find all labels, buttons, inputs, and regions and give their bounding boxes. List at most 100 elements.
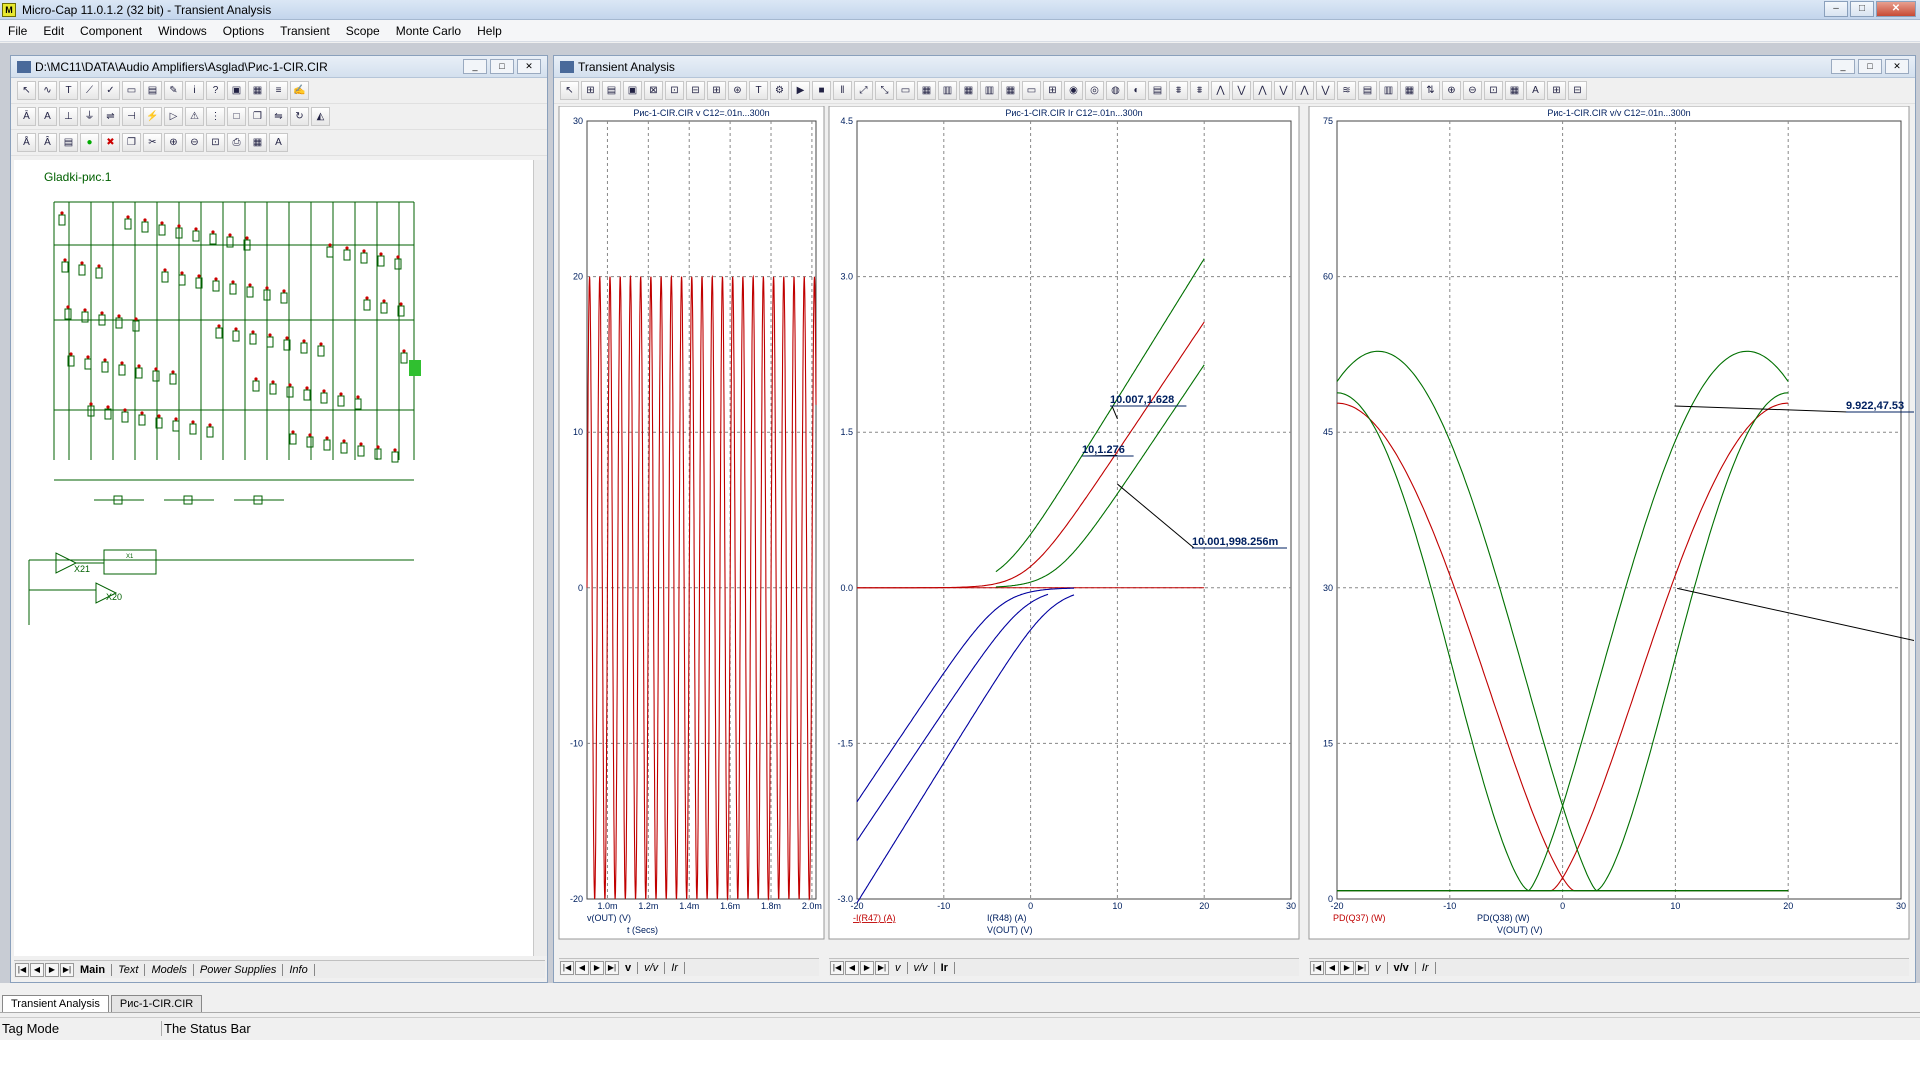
battery-icon[interactable]: ⚡ [143,107,162,126]
node-numbers-icon[interactable]: Ā [17,107,36,126]
pin-icon[interactable]: ⊥ [59,107,78,126]
stop-icon[interactable]: ✖ [101,133,120,152]
analysis-tool-46-icon[interactable]: ▦ [1505,81,1524,100]
analysis-tool-9-icon[interactable]: ⊛ [728,81,747,100]
analysis-tool-6-icon[interactable]: ⊡ [665,81,684,100]
font-icon[interactable]: A [269,133,288,152]
plot1-nav-first-icon[interactable]: |◀ [560,960,574,975]
analysis-tool-7-icon[interactable]: ⊟ [686,81,705,100]
analysis-tool-15-icon[interactable]: ⤢ [854,81,873,100]
schematic-restore-button[interactable]: □ [490,59,514,74]
grid-dots-icon[interactable]: ⋮ [206,107,225,126]
prev-page-icon[interactable]: ◀ [30,962,44,977]
plot2-nav-last-icon[interactable]: ▶| [875,960,889,975]
analysis-tool-1-icon[interactable]: ↖ [560,81,579,100]
schematic-minimize-button[interactable]: _ [463,59,487,74]
analysis-tool-19-icon[interactable]: ▥ [938,81,957,100]
plot1-tab-v[interactable]: v [619,961,639,974]
analysis-minimize-button[interactable]: _ [1831,59,1855,74]
analysis-tool-24-icon[interactable]: ⊞ [1043,81,1062,100]
last-page-icon[interactable]: ▶| [60,962,74,977]
analysis-tool-29-icon[interactable]: ▤ [1148,81,1167,100]
ground-icon[interactable]: ⏚ [80,107,99,126]
plot3-nav-first-icon[interactable]: |◀ [1310,960,1324,975]
schematic-close-button[interactable]: ✕ [517,59,541,74]
menu-edit[interactable]: Edit [35,24,72,38]
analysis-tool-34-icon[interactable]: ⋀ [1253,81,1272,100]
analysis-tool-21-icon[interactable]: ▥ [980,81,999,100]
capacitor-icon[interactable]: ⊣ [122,107,141,126]
component-icon[interactable]: ▤ [143,81,162,100]
zoom-fit-icon[interactable]: ⊡ [206,133,225,152]
copy-icon[interactable]: ❐ [248,107,267,126]
color-icon[interactable]: ▦ [248,133,267,152]
tab-power-supplies[interactable]: Power Supplies [194,963,284,976]
find-icon[interactable]: Å [17,133,36,152]
analysis-tool-44-icon[interactable]: ⊖ [1463,81,1482,100]
analysis-tool-47-icon[interactable]: A [1526,81,1545,100]
analysis-tool-35-icon[interactable]: ⋁ [1274,81,1293,100]
analysis-tool-45-icon[interactable]: ⊡ [1484,81,1503,100]
first-page-icon[interactable]: |◀ [15,962,29,977]
analysis-tool-16-icon[interactable]: ⤡ [875,81,894,100]
menu-windows[interactable]: Windows [150,24,215,38]
menu-options[interactable]: Options [215,24,272,38]
diag-wire-icon[interactable]: ✓ [101,81,120,100]
analysis-tool-38-icon[interactable]: ≋ [1337,81,1356,100]
plot1-nav-last-icon[interactable]: ▶| [605,960,619,975]
analysis-tool-14-icon[interactable]: ‖ [833,81,852,100]
analysis-tool-28-icon[interactable]: ◐ [1127,81,1146,100]
analysis-tool-5-icon[interactable]: ⊠ [644,81,663,100]
analysis-tool-30-icon[interactable]: ⩩ [1169,81,1188,100]
plot2-tab-ir[interactable]: Ir [935,961,955,974]
analysis-tool-23-icon[interactable]: ▭ [1022,81,1041,100]
analysis-tool-36-icon[interactable]: ⋀ [1295,81,1314,100]
analysis-restore-button[interactable]: □ [1858,59,1882,74]
analysis-tool-31-icon[interactable]: ⩩ [1190,81,1209,100]
plot1-tab-ir[interactable]: Ir [665,961,685,974]
close-button[interactable]: ✕ [1876,1,1916,17]
wire-tool-icon[interactable]: ∿ [38,81,57,100]
zoom-window-icon[interactable]: ▣ [227,81,246,100]
plot1-tab-vv[interactable]: v/v [638,961,666,974]
analysis-tool-39-icon[interactable]: ▤ [1358,81,1377,100]
plot3-tab-ir[interactable]: Ir [1416,961,1436,974]
menu-component[interactable]: Component [72,24,150,38]
plot3-nav-next-icon[interactable]: ▶ [1340,960,1354,975]
bus-icon[interactable]: ▭ [122,81,141,100]
analysis-tool-27-icon[interactable]: ◍ [1106,81,1125,100]
text-tool-icon[interactable]: T [59,81,78,100]
analysis-tool-13-icon[interactable]: ■ [812,81,831,100]
cut-icon[interactable]: ✂ [143,133,162,152]
zoom-out-icon[interactable]: ⊖ [185,133,204,152]
info-icon[interactable]: i [185,81,204,100]
plot1-nav-prev-icon[interactable]: ◀ [575,960,589,975]
analysis-tool-41-icon[interactable]: ▦ [1400,81,1419,100]
resistor-icon[interactable]: ⇌ [101,107,120,126]
plot2-tab-v[interactable]: v [889,961,908,974]
rotate-icon[interactable]: ↻ [290,107,309,126]
analysis-tool-42-icon[interactable]: ⇅ [1421,81,1440,100]
analysis-tool-22-icon[interactable]: ▦ [1001,81,1020,100]
tab-info[interactable]: Info [283,963,315,976]
analysis-tool-43-icon[interactable]: ⊕ [1442,81,1461,100]
table-icon[interactable]: ≡ [269,81,288,100]
plot3-nav-prev-icon[interactable]: ◀ [1325,960,1339,975]
analysis-tool-2-icon[interactable]: ⊞ [581,81,600,100]
zoom-in-icon[interactable]: ⊕ [164,133,183,152]
analysis-tool-49-icon[interactable]: ⊟ [1568,81,1587,100]
analysis-tool-25-icon[interactable]: ◉ [1064,81,1083,100]
menu-help[interactable]: Help [469,24,510,38]
menu-scope[interactable]: Scope [338,24,388,38]
analysis-tool-10-icon[interactable]: T [749,81,768,100]
plot1-nav-next-icon[interactable]: ▶ [590,960,604,975]
flip-icon[interactable]: ⇋ [269,107,288,126]
analysis-tool-18-icon[interactable]: ▦ [917,81,936,100]
app-icon[interactable]: M [2,2,16,17]
analysis-tool-3-icon[interactable]: ▤ [602,81,621,100]
replace-icon[interactable]: Â [38,133,57,152]
print-icon[interactable]: ⎙ [227,133,246,152]
warning-icon[interactable]: ⚠ [185,107,204,126]
analysis-tool-32-icon[interactable]: ⋀ [1211,81,1230,100]
grid-icon[interactable]: ▦ [248,81,267,100]
